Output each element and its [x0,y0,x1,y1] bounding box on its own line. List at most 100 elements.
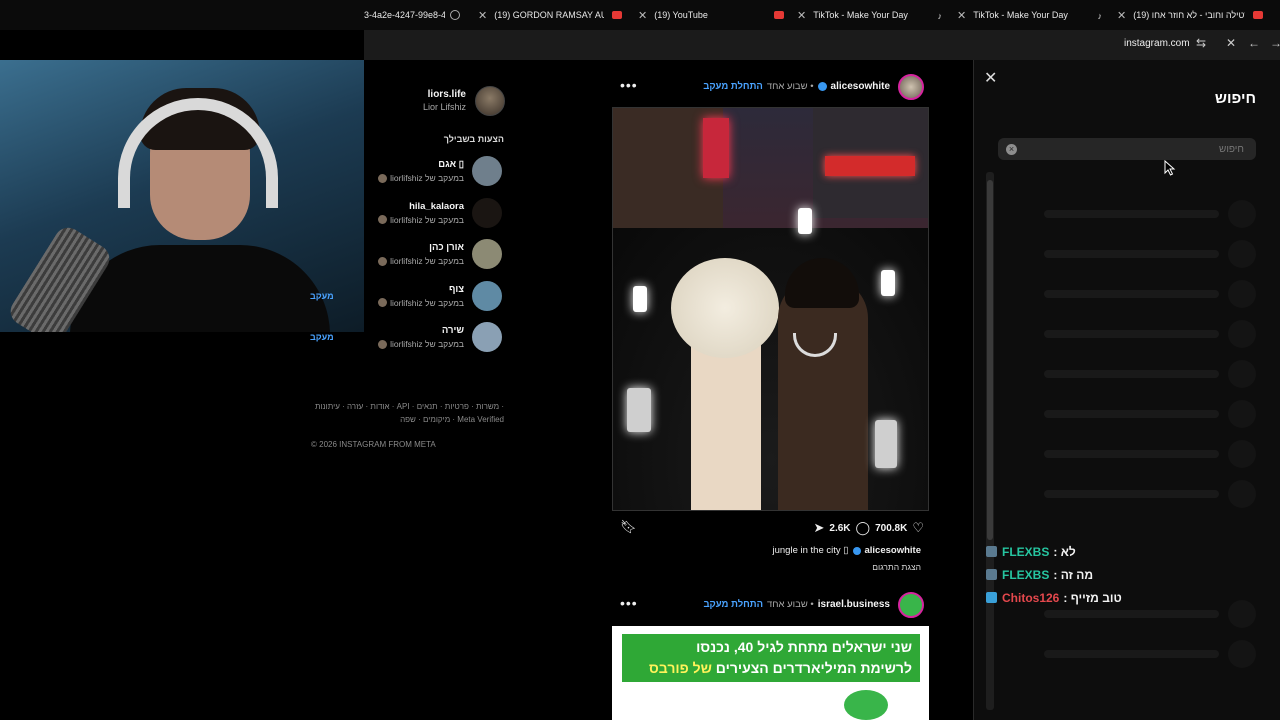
copyright: © 2026 INSTAGRAM FROM META [311,440,436,449]
back-arrow-icon[interactable]: ← [1248,36,1260,50]
chat-badge-icon [986,592,997,603]
forward-arrow-icon[interactable]: → [1270,36,1280,50]
person-left-hair [671,258,779,358]
post-actions: 🔖︎ ➤ 2.6K ◯ 700.8K ♡ [612,517,930,539]
browser-tab[interactable]: ✕ (19) YouTube [638,4,784,26]
close-tab-icon[interactable]: ✕ [638,9,647,22]
bookmark-icon[interactable]: 🔖︎ [620,519,637,535]
chat-text: : מה זה [1053,567,1094,582]
url-text[interactable]: instagram.com [1124,38,1190,49]
loading-skeleton-avatar [1228,440,1256,468]
suggestion-avatar[interactable] [472,280,502,311]
post-image[interactable]: שני ישראלים מתחת לגיל 40, נכנסו לרשימת ה… [612,626,929,720]
profile-avatar[interactable] [475,86,505,116]
footer-links-row1[interactable]: אודות · עזרה · עיתונות · API · משרות · פ… [304,400,504,413]
suggestion-subtitle: liorlifshiz במעקב של [378,298,464,308]
post-username[interactable]: alicesowhite [831,81,890,92]
suggestions-title: הצעות בשבילך [443,134,504,144]
phone-light [798,208,812,234]
close-tab-icon[interactable]: ✕ [957,9,966,22]
see-translation-link[interactable]: הצגת התרגום [872,562,921,572]
footer-links-row2[interactable]: מיקומים · שפה · Meta Verified [304,413,504,426]
loading-skeleton-line [1044,330,1219,338]
search-input[interactable] [998,138,1256,160]
suggestion-subtitle: liorlifshiz במעקב של [378,256,464,266]
chat-badge-icon [986,546,997,557]
youtube-icon [774,11,784,19]
browser-tab[interactable]: ✕ TikTok - Make Your Day ♪ [957,4,1102,26]
tiktok-icon: ♪ [937,11,943,21]
globe-icon [450,10,460,20]
close-tab-icon[interactable]: ✕ [478,9,487,22]
suggestion-avatar[interactable] [472,197,502,228]
share-icon[interactable]: ➤ [814,520,825,536]
loading-skeleton-line [1044,650,1219,658]
close-tab-icon[interactable]: ✕ [797,9,806,22]
loading-skeleton-line [1044,610,1219,618]
suggestion-name[interactable]: אגם ▯ [438,159,464,170]
chat-username: Chitos126 [1002,590,1060,605]
verified-badge-icon [852,546,861,555]
browser-tab[interactable]: ✕ (19) GORDON RAMSAY AURA I [478,4,622,26]
more-options-icon[interactable]: ••• [620,77,638,93]
suggestion-item[interactable]: אורן כהן liorlifshiz במעקב של [300,239,510,273]
mutual-avatar-icon [378,298,388,307]
follow-button[interactable]: התחלת מעקב [703,599,763,610]
swap-icon[interactable]: ⇆ [1196,36,1206,50]
post-avatar[interactable] [898,592,924,618]
close-icon[interactable]: ✕ [984,68,997,88]
chat-text: : לא [1053,544,1076,559]
suggestion-item[interactable]: hila_kalaora liorlifshiz במעקב של [300,197,510,232]
post-image[interactable] [612,107,929,511]
mouse-cursor-icon [1164,160,1176,176]
scrollbar-thumb[interactable] [987,180,993,540]
more-options-icon[interactable]: ••• [620,595,638,611]
suggestion-name[interactable]: צוף [449,284,464,295]
scrollbar[interactable] [986,172,994,710]
youtube-icon [612,11,622,19]
headline-banner: שני ישראלים מתחת לגיל 40, נכנסו לרשימת ה… [622,634,920,682]
comment-icon[interactable]: ◯ [856,520,871,536]
suggestion-item[interactable]: צוף liorlifshiz במעקב של מעקב [300,280,510,315]
loading-skeleton-avatar [1228,240,1256,268]
like-count: 700.8K [875,522,908,534]
suggestion-avatar[interactable] [472,322,502,352]
suggestion-avatar[interactable] [472,156,502,186]
profile-username[interactable]: liors.life [428,89,466,100]
suggestion-item[interactable]: שירה liorlifshiz במעקב של מעקב [300,322,510,356]
suggestion-subtitle: liorlifshiz במעקב של [378,173,464,183]
heart-icon[interactable]: ♡ [912,520,924,536]
post-time: שבוע אחד • [766,81,814,92]
suggestion-name[interactable]: שירה [442,325,464,336]
post-username[interactable]: israel.business [818,599,890,610]
headline-line-2a: לרשימת המיליארדרים הצעירים [711,660,912,676]
loading-skeleton-avatar [1228,640,1256,668]
suggestion-item[interactable]: אגם ▯ liorlifshiz במעקב של [300,156,510,190]
post-avatar[interactable] [898,74,924,100]
instagram-page: liors.life Lior Lifshiz הצעות בשבילך אגם… [0,60,973,720]
search-title: חיפוש [1214,90,1256,107]
browser-tab[interactable]: ✕ (19) סטילה וחובי - לא חוזר אחו [1117,4,1263,26]
suggestion-name[interactable]: אורן כהן [429,242,464,253]
headline-highlight: של פורבס [649,660,712,676]
browser-tab[interactable]: ✕ TikTok - Make Your Day ♪ [797,4,942,26]
caption-username[interactable]: alicesowhite [865,545,922,556]
suggestion-avatar[interactable] [472,239,502,269]
close-tab-icon[interactable]: ✕ [1117,9,1126,22]
pizza-king-sign [825,156,915,176]
follow-button[interactable]: מעקב [310,332,334,342]
browser-tab[interactable]: 3-4a2e-4247-99e8-4f6 [364,4,460,26]
follow-button[interactable]: מעקב [310,291,334,301]
clear-search-icon[interactable]: × [1006,144,1017,155]
suggestion-name[interactable]: hila_kalaora [409,201,464,212]
loading-skeleton-avatar [1228,400,1256,428]
follow-button[interactable]: התחלת מעקב [703,81,763,92]
loading-skeleton-line [1044,490,1219,498]
chat-text: : טוב מזייף [1063,590,1122,605]
post-user-line: התחלת מעקב שבוע אחד • israel.business [703,599,890,610]
tab-title: 3-4a2e-4247-99e8-4f6 [364,10,445,20]
mutual-avatar-icon [378,339,388,349]
loading-skeleton-avatar [1228,200,1256,228]
loading-skeleton-line [1044,370,1219,378]
close-icon[interactable]: ✕ [1226,36,1236,50]
